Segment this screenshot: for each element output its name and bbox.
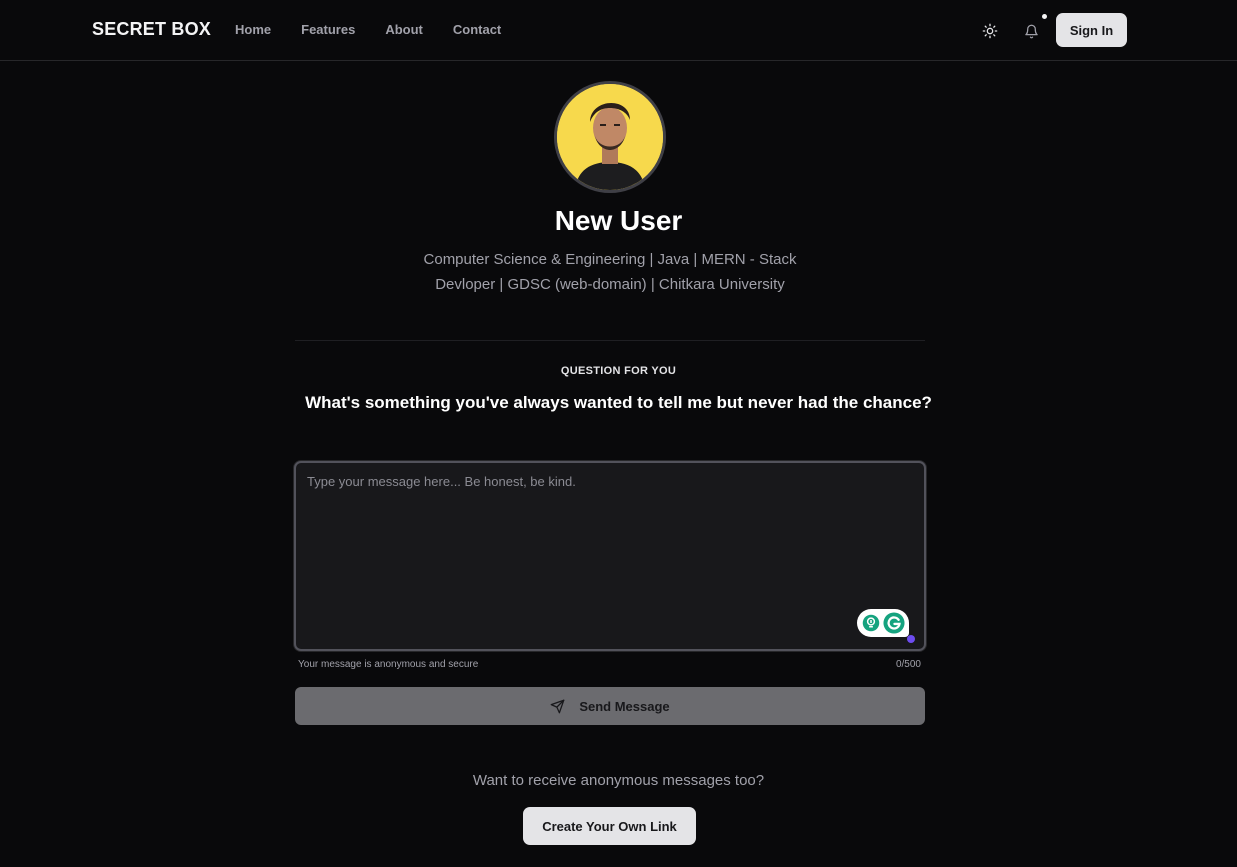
- user-avatar-image: [557, 84, 663, 190]
- question-text: What's something you've always wanted to…: [305, 393, 932, 412]
- nav-links: Home Features About Contact: [235, 22, 531, 37]
- send-message-button[interactable]: Send Message: [295, 687, 925, 725]
- navbar: SECRET BOX Home Features About Contact S…: [0, 0, 1237, 61]
- question-label: QUESTION FOR YOU: [560, 365, 677, 377]
- sign-in-button[interactable]: Sign In: [1056, 13, 1127, 47]
- bell-icon: [1024, 24, 1038, 38]
- grammarly-widget[interactable]: [857, 609, 909, 637]
- profile-bio: Computer Science & Engineering | Java | …: [400, 247, 820, 297]
- notification-dot: [1042, 14, 1047, 19]
- send-message-label: Send Message: [579, 698, 670, 714]
- sun-icon: [982, 23, 998, 39]
- nav-link-features[interactable]: Features: [301, 22, 355, 37]
- brand-logo[interactable]: SECRET BOX: [92, 19, 211, 40]
- anonymous-hint: Your message is anonymous and secure: [298, 659, 479, 670]
- message-input[interactable]: [296, 463, 924, 649]
- message-box: [294, 461, 926, 651]
- send-icon: [550, 699, 565, 713]
- grammarly-icon: [882, 612, 905, 634]
- nav-link-about[interactable]: About: [385, 22, 423, 37]
- notifications-button[interactable]: [1019, 19, 1043, 43]
- cta-text: Want to receive anonymous messages too?: [472, 772, 765, 789]
- lightbulb-icon: [862, 614, 879, 632]
- character-counter: 0/500: [895, 659, 921, 670]
- section-divider: [295, 340, 925, 341]
- profile-bio-line-2: Devloper | GDSC (web-domain) | Chitkara …: [435, 276, 785, 293]
- profile-name: New User: [554, 205, 683, 236]
- nav-link-contact[interactable]: Contact: [453, 22, 501, 37]
- nav-link-home[interactable]: Home: [235, 22, 271, 37]
- create-link-button[interactable]: Create Your Own Link: [523, 807, 696, 845]
- avatar: [554, 81, 666, 193]
- profile-bio-line-1: Computer Science & Engineering | Java | …: [423, 251, 797, 268]
- grammarly-status-dot: [907, 635, 915, 643]
- theme-toggle-button[interactable]: [978, 19, 1002, 43]
